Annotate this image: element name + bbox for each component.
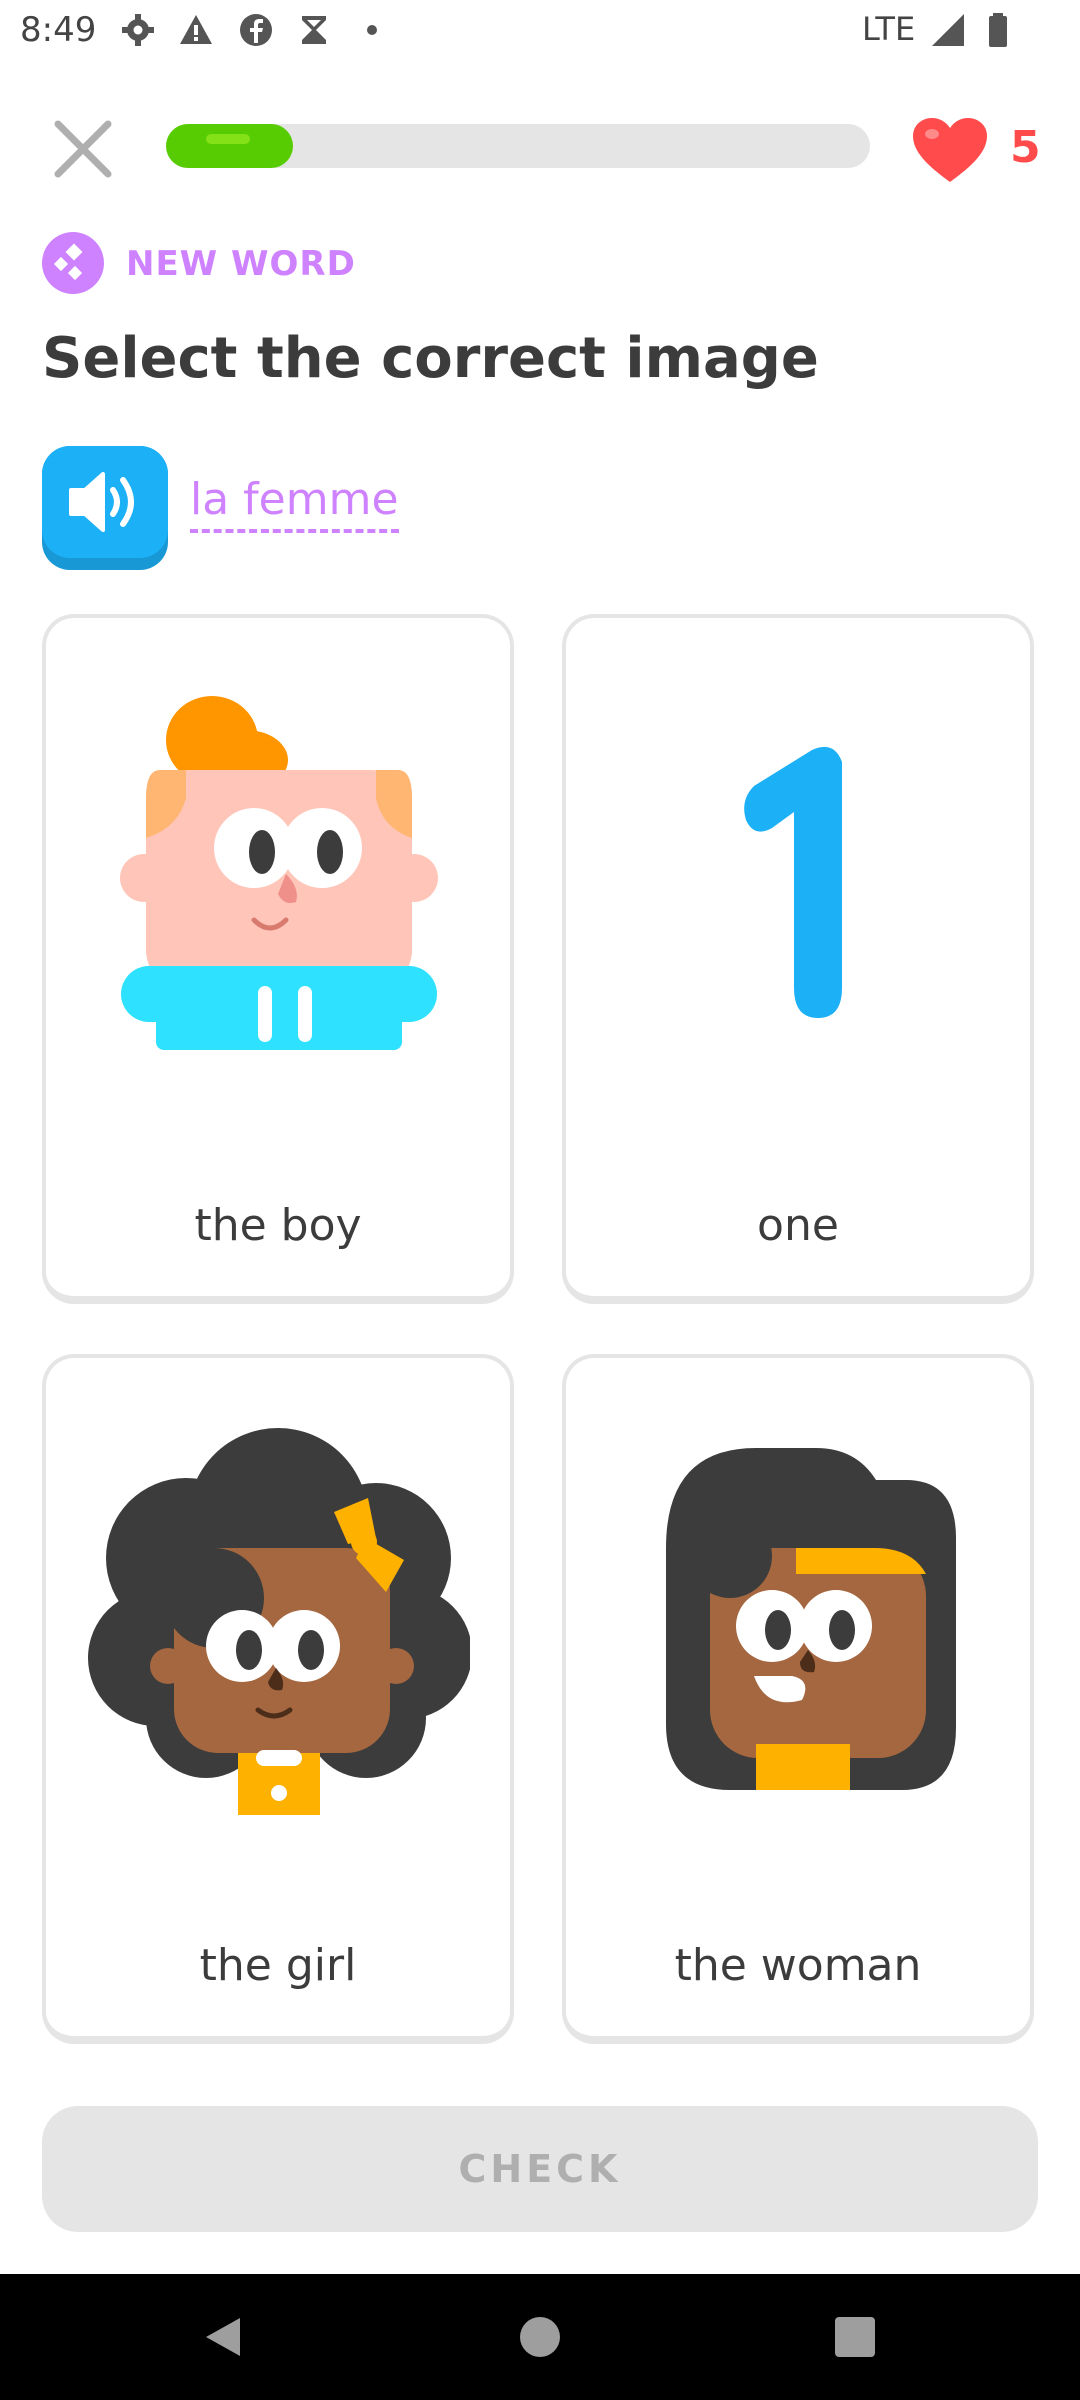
lesson-header: 5	[0, 100, 1080, 200]
close-icon[interactable]	[44, 110, 122, 188]
woman-illustration	[666, 1448, 956, 1790]
facebook-icon	[240, 14, 272, 46]
check-button[interactable]: CHECK	[42, 2106, 1038, 2232]
heart-icon	[913, 118, 987, 182]
home-icon[interactable]	[515, 2312, 565, 2362]
choice-label: the girl	[199, 1940, 357, 1991]
status-time: 8:49	[20, 10, 97, 50]
dot-icon	[367, 25, 377, 35]
choice-card-boy[interactable]: the boy	[42, 614, 514, 1304]
recents-icon[interactable]	[830, 2312, 880, 2362]
hearts-counter[interactable]: 5	[910, 110, 1060, 182]
choice-label: one	[757, 1200, 839, 1251]
number-one-illustration	[744, 746, 842, 1018]
speaker-icon	[69, 472, 134, 532]
page-title: Select the correct image	[42, 326, 819, 391]
back-icon[interactable]	[200, 2312, 250, 2362]
choice-label: the woman	[674, 1940, 922, 1991]
boy-illustration	[120, 696, 438, 1050]
new-word-label: NEW WORD	[126, 244, 356, 284]
hourglass-icon	[302, 16, 326, 44]
status-bar: 8:49 LTE	[0, 0, 1080, 62]
new-word-icon	[42, 232, 104, 294]
choice-card-one[interactable]: one	[562, 614, 1034, 1304]
network-type: LTE	[862, 10, 916, 48]
hearts-count: 5	[1010, 122, 1041, 173]
gear-icon	[122, 14, 154, 46]
progress-highlight	[206, 134, 250, 144]
choice-card-woman[interactable]: the woman	[562, 1354, 1034, 2044]
choice-card-girl[interactable]: the girl	[42, 1354, 514, 2044]
system-navigation-bar	[0, 2274, 1080, 2400]
warning-icon	[180, 15, 212, 44]
battery-icon	[989, 13, 1007, 47]
lesson-progress-fill	[166, 124, 293, 168]
play-audio-button[interactable]	[42, 446, 168, 570]
girl-illustration	[88, 1428, 470, 1815]
signal-icon	[932, 14, 964, 46]
choice-label: the boy	[194, 1200, 362, 1251]
lesson-progress-bar	[166, 124, 870, 168]
target-phrase[interactable]: la femme	[190, 474, 399, 533]
